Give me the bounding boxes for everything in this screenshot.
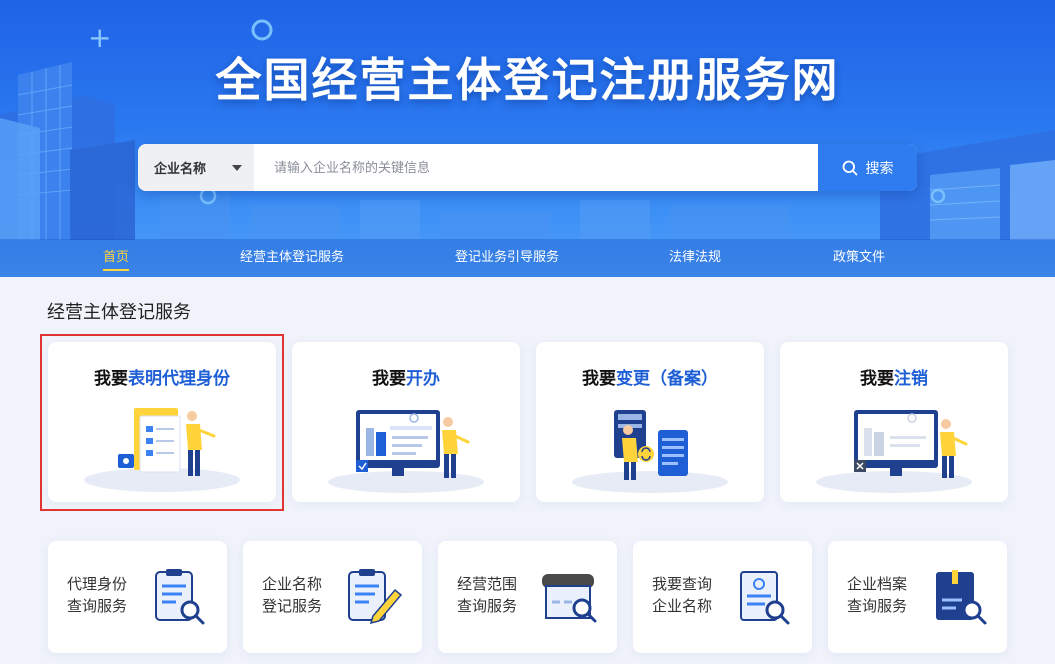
nav-item-policies[interactable]: 政策文件 (833, 239, 885, 277)
card-title-highlight: 表明代理身份 (128, 369, 230, 389)
service-label-line1: 经营范围 (457, 575, 518, 593)
service-label-line1: 我要查询 (652, 575, 713, 593)
service-label-line2: 查询服务 (67, 597, 128, 615)
service-business-scope-query[interactable]: 经营范围 查询服务 (438, 541, 617, 653)
service-label: 经营范围 查询服务 (457, 573, 537, 617)
card-title: 我要表明代理身份 (48, 364, 276, 389)
service-label: 代理身份 查询服务 (67, 573, 147, 617)
nav-item-home[interactable]: 首页 (103, 239, 130, 277)
service-company-name-registration[interactable]: 企业名称 登记服务 (243, 541, 422, 653)
open-business-illustration (328, 410, 484, 493)
service-label-line2: 查询服务 (847, 597, 908, 615)
certificate-search-icon (740, 571, 790, 625)
city-skyline-decoration: + (0, 19, 1055, 240)
archive-search-icon (936, 570, 987, 625)
card-agent-identity[interactable]: 我要表明代理身份 (48, 342, 276, 502)
card-open-business[interactable]: 我要开办 (292, 342, 520, 502)
search-type-select[interactable]: 企业名称 (138, 144, 254, 191)
search-type-value: 企业名称 (154, 162, 207, 177)
service-label: 企业名称 登记服务 (262, 573, 342, 617)
site-title: 全国经营主体登记注册服务网 (215, 53, 840, 107)
service-company-name-query[interactable]: 我要查询 企业名称 (633, 541, 812, 653)
search-bar: 企业名称 搜索 (138, 144, 917, 191)
service-label: 企业档案 查询服务 (847, 573, 927, 617)
clipboard-pen-icon (348, 569, 403, 625)
card-cancel-business[interactable]: 我要注销 (780, 342, 1008, 502)
clipboard-search-icon (155, 569, 205, 625)
change-filing-illustration (572, 410, 728, 493)
service-agent-identity-query[interactable]: 代理身份 查询服务 (48, 541, 227, 653)
cancel-business-illustration (816, 410, 972, 493)
service-label-line2: 登记服务 (262, 597, 323, 615)
main-nav: 首页 经营主体登记服务 登记业务引导服务 法律法规 政策文件 (0, 239, 1055, 277)
section-title: 经营主体登记服务 (47, 302, 191, 323)
card-change-filing[interactable]: 我要变更（备案） (536, 342, 764, 502)
card-title: 我要变更（备案） (536, 364, 764, 389)
card-title-prefix: 我要 (860, 369, 894, 389)
nav-item-registration-service[interactable]: 经营主体登记服务 (240, 239, 344, 277)
card-title-prefix: 我要 (372, 369, 406, 389)
service-label-line1: 代理身份 (67, 575, 128, 593)
card-title-prefix: 我要 (582, 369, 616, 389)
service-label: 我要查询 企业名称 (652, 573, 732, 617)
search-button[interactable]: 搜索 (818, 144, 917, 191)
card-title-highlight: 开办 (406, 369, 440, 389)
header-banner: + 全国经营主体登记注册服务网 企业名称 搜索 首页 经营主体登记服务 登记业务… (0, 0, 1055, 277)
card-title-highlight: 注销 (894, 369, 928, 389)
card-title: 我要注销 (780, 364, 1008, 389)
shop-search-icon (542, 574, 597, 623)
card-title-prefix: 我要 (94, 369, 128, 389)
card-title: 我要开办 (292, 364, 520, 389)
service-label-line2: 查询服务 (457, 597, 518, 615)
search-input[interactable] (262, 144, 812, 191)
search-button-label: 搜索 (865, 160, 894, 177)
agent-identity-illustration (84, 408, 240, 492)
caret-down-icon (232, 165, 242, 171)
service-label-line1: 企业档案 (847, 575, 908, 593)
service-label-line2: 企业名称 (652, 597, 713, 615)
service-label-line1: 企业名称 (262, 575, 323, 593)
search-icon (842, 160, 857, 175)
card-title-highlight: 变更（备案） (616, 369, 718, 389)
nav-item-laws[interactable]: 法律法规 (669, 239, 721, 277)
nav-item-business-guide[interactable]: 登记业务引导服务 (455, 239, 559, 277)
service-company-archive-query[interactable]: 企业档案 查询服务 (828, 541, 1007, 653)
